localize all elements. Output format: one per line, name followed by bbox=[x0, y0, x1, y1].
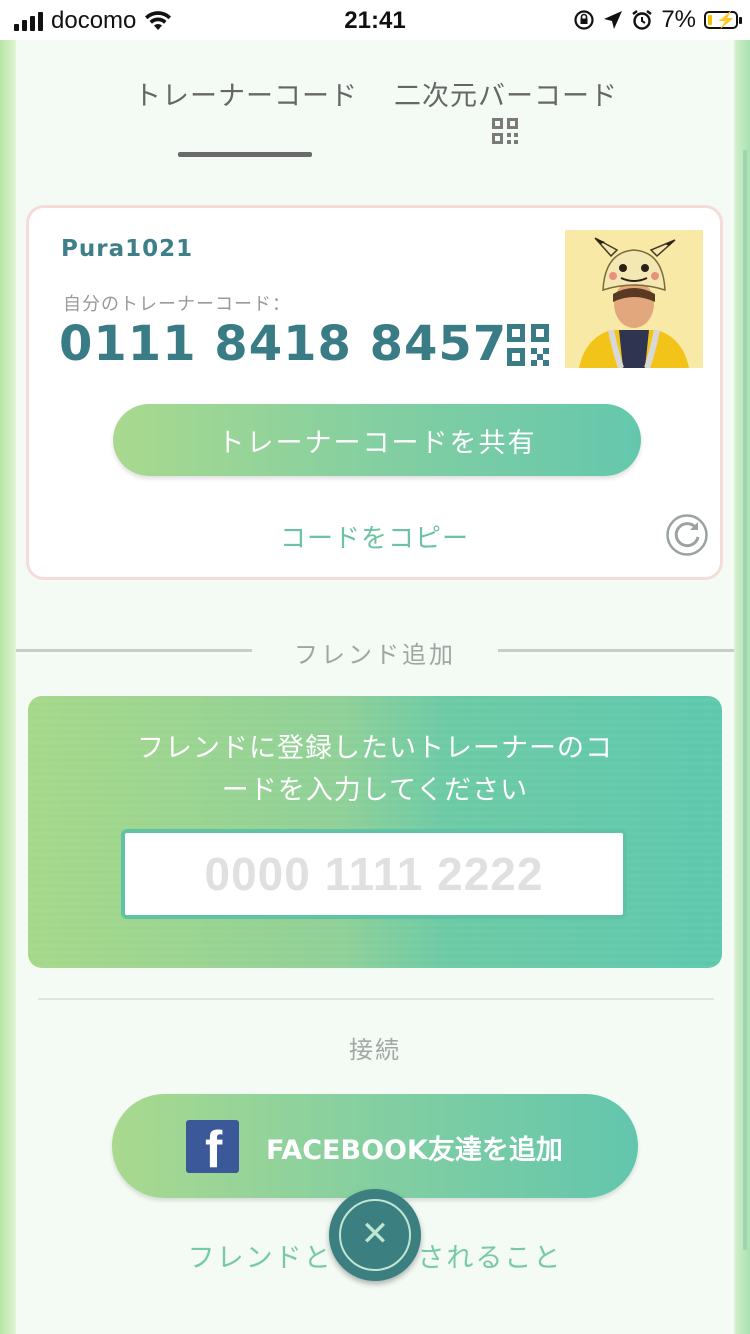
orientation-lock-icon bbox=[574, 10, 594, 30]
connect-title: 接続 bbox=[349, 1036, 401, 1064]
refresh-icon[interactable] bbox=[665, 513, 709, 557]
trainer-avatar bbox=[565, 230, 703, 368]
share-trainer-code-button[interactable]: トレーナーコードを共有 bbox=[113, 404, 641, 476]
facebook-icon: f bbox=[186, 1120, 239, 1173]
active-tab-underline bbox=[178, 152, 312, 157]
status-right: 7% ⚡ bbox=[573, 6, 742, 34]
qr-code-icon[interactable] bbox=[492, 118, 518, 144]
trainer-code-value: 0111 8418 8457 bbox=[59, 316, 508, 372]
section-divider bbox=[38, 998, 714, 1000]
friend-add-box: フレンドに登録したいトレーナーのコードを入力してください bbox=[28, 696, 722, 968]
close-button[interactable]: ✕ bbox=[329, 1189, 421, 1281]
trainer-card: Pura1021 自分のトレーナーコード： 0111 8418 8457 トレー… bbox=[26, 205, 723, 580]
qr-code-icon[interactable] bbox=[507, 324, 549, 366]
trainer-code-label: 自分のトレーナーコード： bbox=[63, 294, 291, 315]
battery-percent: 7% bbox=[661, 6, 696, 33]
code-tabs: トレーナーコード 二次元バーコード bbox=[0, 74, 750, 164]
tab-trainer-code[interactable]: トレーナーコード bbox=[134, 74, 358, 113]
status-bar: docomo 21:41 7% ⚡ bbox=[0, 0, 750, 40]
friend-add-divider: フレンド追加 bbox=[16, 633, 734, 669]
divider-line-right bbox=[498, 649, 734, 652]
add-facebook-friends-button[interactable]: f FACEBOOK友達を追加 bbox=[112, 1094, 638, 1198]
location-icon bbox=[604, 11, 623, 29]
friend-add-title: フレンド追加 bbox=[294, 641, 456, 669]
friend-add-prompt: フレンドに登録したいトレーナーのコードを入力してください bbox=[137, 733, 613, 806]
tab-qr-code[interactable]: 二次元バーコード bbox=[394, 74, 618, 113]
friend-code-input[interactable] bbox=[121, 829, 627, 919]
alarm-icon bbox=[632, 10, 653, 30]
trainer-username: Pura1021 bbox=[61, 236, 194, 262]
facebook-button-label: FACEBOOK友達を追加 bbox=[266, 1135, 563, 1166]
close-icon: ✕ bbox=[360, 1214, 390, 1254]
battery-icon: ⚡ bbox=[704, 11, 742, 29]
scroll-indicator[interactable] bbox=[743, 150, 747, 1250]
copy-code-link[interactable]: コードをコピー bbox=[29, 518, 720, 555]
